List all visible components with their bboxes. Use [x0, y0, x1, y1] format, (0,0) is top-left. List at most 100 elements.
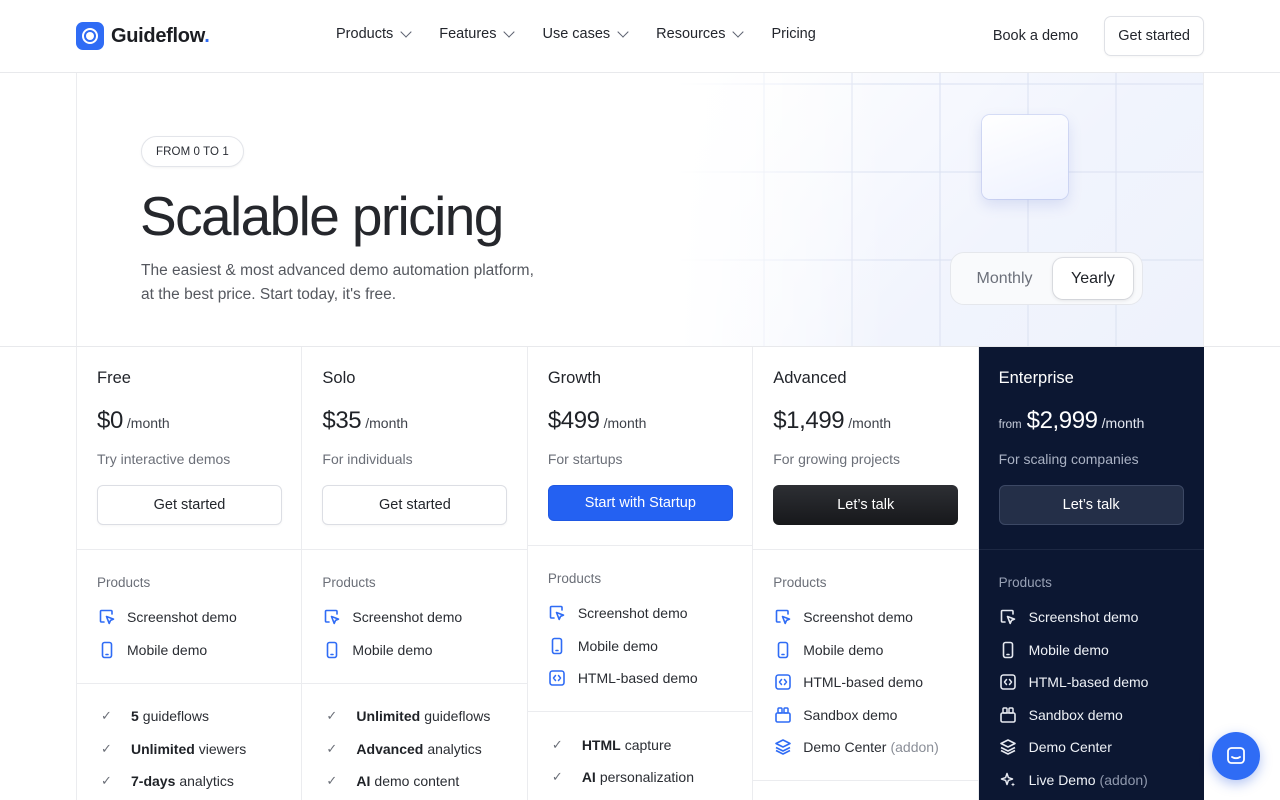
lets-talk-enterprise-button[interactable]: Let’s talk [998, 485, 1184, 525]
check-icon: ✓ [101, 773, 112, 788]
plan-name: Solo [322, 369, 356, 387]
screenshot-cursor-icon [97, 607, 116, 626]
divider [753, 549, 978, 550]
menu-resources[interactable]: Resources [656, 26, 745, 42]
plan-price: from $2,999 /month [998, 407, 1145, 434]
feature-item: ✓ AI demo content [326, 773, 460, 789]
sandbox-icon [999, 705, 1018, 724]
get-started-button[interactable]: Get started [1104, 16, 1204, 56]
divider [77, 549, 302, 550]
screenshot-cursor-icon [322, 607, 341, 626]
hero-subtitle: The easiest & most advanced demo automat… [141, 262, 534, 303]
chat-launcher-button[interactable] [1212, 732, 1260, 780]
product-item: Mobile demo [548, 636, 658, 655]
get-started-free-button[interactable]: Get started [97, 485, 282, 525]
plan-description: For startups [547, 451, 623, 467]
divider [302, 549, 527, 550]
mobile-icon [773, 640, 792, 659]
product-item: HTML-based demo [548, 668, 698, 687]
check-icon: ✓ [551, 737, 563, 752]
product-item: Screenshot demo [97, 607, 237, 626]
chat-icon [1227, 747, 1245, 764]
product-item: Screenshot demo [548, 603, 688, 622]
product-item: Demo Center (addon) [773, 737, 939, 756]
layers-icon [999, 737, 1018, 756]
start-with-startup-button[interactable]: Start with Startup [547, 485, 733, 521]
top-nav: Guideflow. Products Features Use cases R… [0, 0, 1280, 73]
mobile-icon [999, 640, 1018, 659]
products-label: Products [322, 575, 376, 590]
mobile-icon [322, 640, 341, 659]
feature-item: ✓ Advanced analytics [326, 741, 482, 757]
sandbox-icon [773, 705, 792, 724]
check-icon: ✓ [551, 769, 563, 784]
check-icon: ✓ [326, 773, 338, 788]
product-item: HTML-based demo [773, 672, 923, 691]
toggle-yearly[interactable]: Yearly [1053, 258, 1133, 299]
sparkle-icon [999, 770, 1018, 789]
code-icon [773, 672, 792, 691]
products-label: Products [547, 571, 602, 586]
divider [753, 780, 978, 781]
menu-products[interactable]: Products [336, 26, 412, 42]
main-menu: Products Features Use cases Resources Pr… [336, 26, 845, 42]
plan-enterprise: Enterprise from $2,999 /month For scalin… [978, 347, 1205, 800]
screenshot-cursor-icon [548, 603, 567, 622]
feature-item: ✓ AI personalization [551, 769, 694, 785]
plan-growth: Growth $499 /month For startups Start wi… [527, 347, 754, 800]
logo-text: Guideflow [111, 24, 205, 47]
toggle-monthly[interactable]: Monthly [956, 258, 1053, 299]
product-item: Mobile demo [322, 640, 433, 659]
code-icon [999, 672, 1018, 691]
mobile-icon [97, 640, 116, 659]
feature-item: ✓ Unlimited guideflows [326, 708, 491, 724]
screenshot-cursor-icon [773, 607, 792, 626]
products-label: Products [773, 575, 827, 590]
divider [77, 683, 302, 684]
book-demo-link[interactable]: Book a demo [993, 28, 1078, 44]
divider [302, 683, 527, 684]
product-item: Demo Center [999, 737, 1112, 756]
plan-description: Try interactive demos [97, 451, 231, 467]
mobile-icon [548, 636, 567, 655]
product-item: Screenshot demo [322, 607, 462, 626]
divider [978, 549, 1205, 550]
plan-free: Free $0 /month Try interactive demos Get… [77, 347, 303, 800]
divider [527, 545, 753, 546]
page-title: Scalable pricing [140, 185, 504, 247]
product-item: Sandbox demo [999, 705, 1123, 724]
feature-item: ✓ HTML capture [551, 737, 672, 753]
product-item: Mobile demo [97, 640, 207, 659]
screenshot-cursor-icon [999, 607, 1018, 626]
chevron-down-icon [503, 26, 516, 38]
plan-price: $1,499 /month [773, 407, 892, 434]
hero-section: FROM 0 TO 1 Scalable pricing The easiest… [76, 73, 1204, 347]
logo-dot: . [204, 24, 210, 47]
code-icon [548, 668, 567, 687]
layers-icon [773, 737, 792, 756]
chevron-down-icon [400, 26, 412, 38]
product-item: Sandbox demo [773, 705, 897, 724]
plan-price: $0 /month [97, 407, 170, 434]
hero-tile-decoration [982, 115, 1068, 199]
plan-price: $499 /month [547, 407, 647, 434]
lets-talk-advanced-button[interactable]: Let’s talk [773, 485, 959, 525]
plan-name: Growth [547, 369, 601, 387]
menu-features[interactable]: Features [439, 26, 516, 42]
feature-item: ✓ 5 guideflows [101, 708, 209, 724]
product-item: Mobile demo [773, 640, 883, 659]
check-icon: ✓ [101, 741, 112, 756]
products-label: Products [998, 575, 1052, 590]
chevron-down-icon [732, 26, 745, 38]
plan-description: For growing projects [773, 451, 901, 467]
product-item: Mobile demo [999, 640, 1109, 659]
menu-use-cases[interactable]: Use cases [542, 26, 629, 42]
feature-item: ✓ 7-days analytics [101, 773, 234, 789]
menu-pricing[interactable]: Pricing [771, 26, 815, 42]
get-started-solo-button[interactable]: Get started [322, 485, 508, 525]
plan-name: Free [97, 369, 131, 387]
plan-name: Advanced [773, 369, 847, 387]
chevron-down-icon [617, 26, 629, 38]
feature-item: ✓ Unlimited viewers [101, 741, 247, 757]
logo[interactable]: Guideflow. [76, 22, 210, 50]
